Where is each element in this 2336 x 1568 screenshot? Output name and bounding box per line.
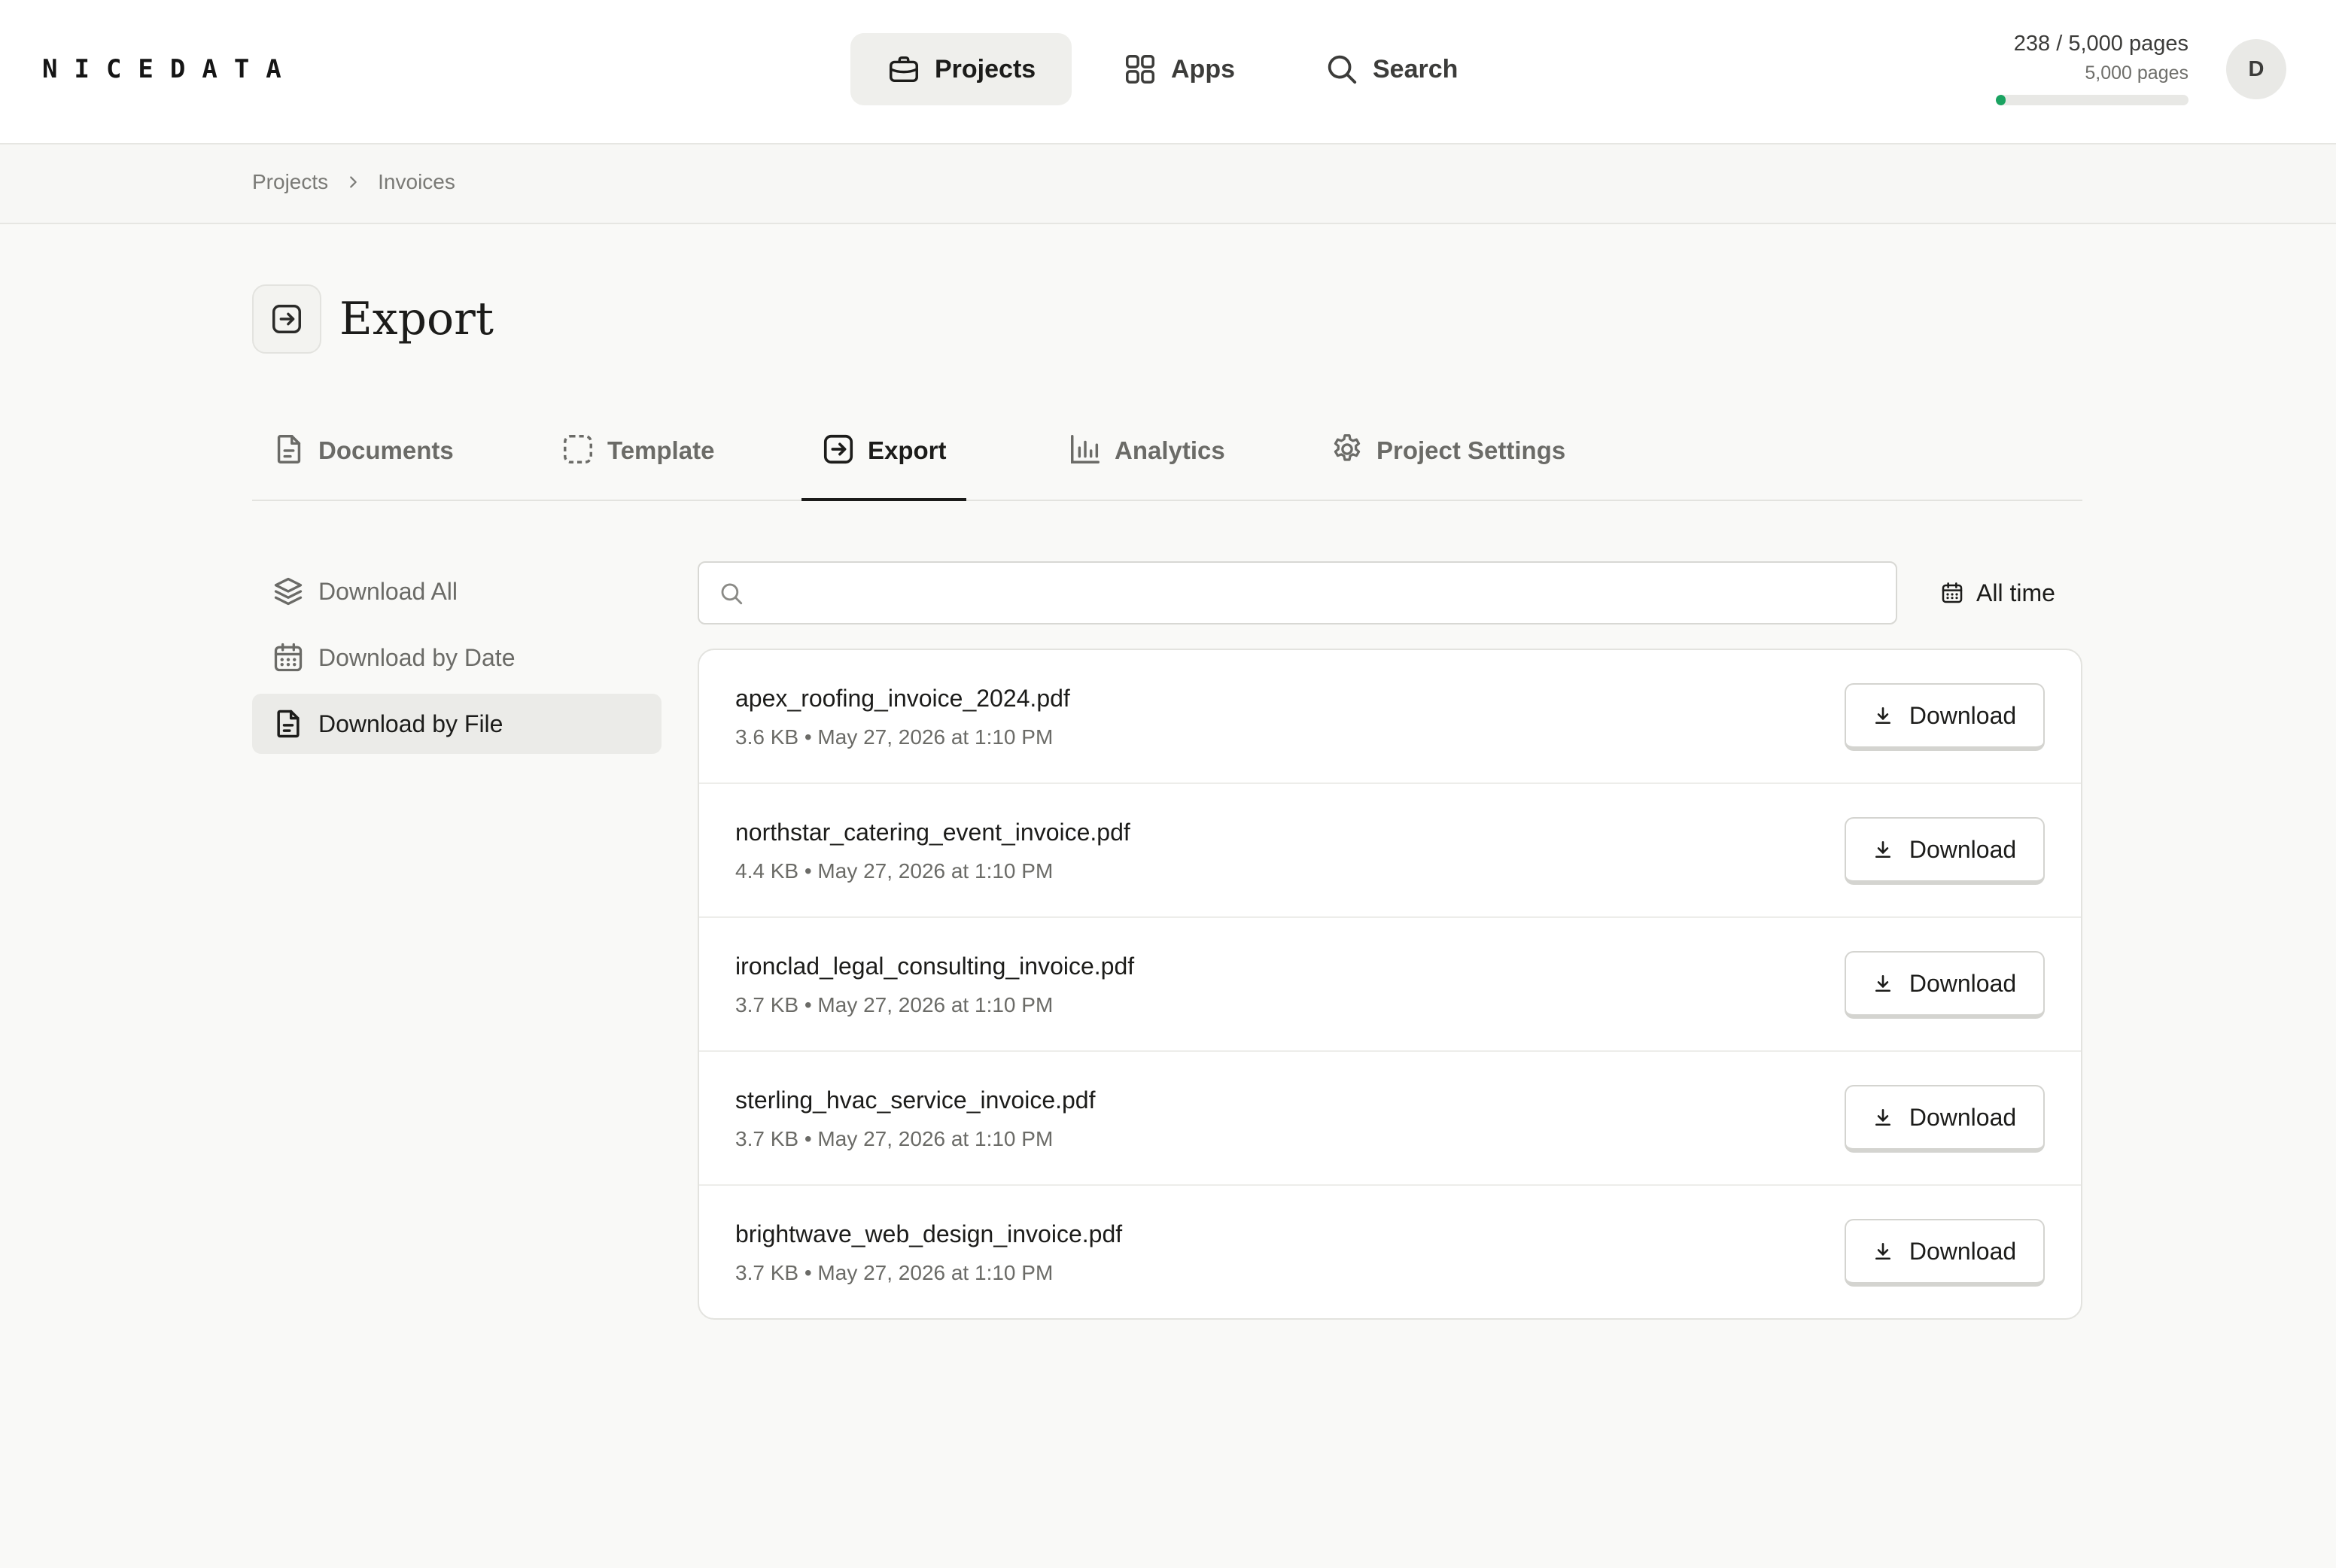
download-button[interactable]: Download	[1845, 1085, 2045, 1153]
download-label: Download	[1909, 701, 2017, 729]
download-label: Download	[1909, 969, 2017, 997]
download-icon	[1875, 840, 1890, 858]
export-icon	[272, 305, 301, 333]
tab-documents[interactable]: Documents	[252, 435, 473, 501]
project-tabs: Documents Template Export Analytics Proj…	[252, 426, 2082, 501]
avatar[interactable]: D	[2226, 39, 2286, 99]
search-icon	[1328, 55, 1357, 84]
file-search	[698, 561, 1897, 624]
nav-apps-label: Apps	[1171, 54, 1235, 84]
list-item: brightwave_web_design_invoice.pdf 3.7 KB…	[699, 1186, 2081, 1318]
nicedata-logo[interactable]: NICEDATA	[42, 54, 298, 84]
download-button[interactable]: Download	[1845, 817, 2045, 885]
sidebar-item-download-by-date[interactable]: Download by Date	[252, 628, 662, 688]
calendar-icon	[274, 643, 303, 672]
download-icon	[1875, 1242, 1890, 1260]
sidebar-item-label: Download All	[318, 577, 458, 605]
tab-template[interactable]: Template	[541, 435, 734, 501]
breadcrumb-invoices[interactable]: Invoices	[378, 170, 455, 194]
time-filter-label: All time	[1976, 579, 2055, 606]
file-name: northstar_catering_event_invoice.pdf	[735, 819, 1130, 846]
usage-progress-bar	[1996, 95, 2188, 105]
dashed-square-icon	[564, 435, 592, 463]
tab-project-settings[interactable]: Project Settings	[1310, 434, 1585, 501]
usage-limit: 5,000 pages	[2085, 62, 2188, 84]
sidebar-item-download-all[interactable]: Download All	[252, 561, 662, 621]
file-name: apex_roofing_invoice_2024.pdf	[735, 685, 1070, 712]
page-title: Export	[339, 293, 494, 345]
briefcase-icon	[890, 56, 918, 83]
list-item: ironclad_legal_consulting_invoice.pdf 3.…	[699, 918, 2081, 1052]
list-item: sterling_hvac_service_invoice.pdf 3.7 KB…	[699, 1052, 2081, 1186]
layers-icon	[274, 577, 303, 606]
bar-chart-icon	[1071, 435, 1100, 463]
nav-search-button[interactable]: Search	[1288, 33, 1494, 105]
chevron-right-icon	[350, 176, 357, 188]
download-button[interactable]: Download	[1845, 1219, 2045, 1287]
search-input[interactable]	[755, 563, 1884, 623]
top-header: NICEDATA Projects Apps Search 238 / 5,00…	[0, 0, 2336, 144]
gear-icon	[1334, 434, 1361, 461]
download-button[interactable]: Download	[1845, 683, 2045, 751]
file-list: apex_roofing_invoice_2024.pdf 3.6 KB • M…	[698, 649, 2082, 1320]
usage-progress-fill	[1996, 95, 2006, 105]
calendar-icon	[1942, 582, 1963, 603]
file-name: ironclad_legal_consulting_invoice.pdf	[735, 953, 1135, 980]
tab-analytics[interactable]: Analytics	[1048, 435, 1245, 501]
breadcrumb: Projects Invoices	[252, 170, 455, 194]
file-name: sterling_hvac_service_invoice.pdf	[735, 1086, 1096, 1114]
download-button[interactable]: Download	[1845, 951, 2045, 1019]
nav-search-label: Search	[1373, 54, 1458, 84]
file-icon	[277, 710, 300, 738]
tab-analytics-label: Analytics	[1115, 436, 1225, 464]
download-label: Download	[1909, 835, 2017, 863]
time-filter-button[interactable]: All time	[1927, 569, 2069, 617]
tab-documents-label: Documents	[318, 436, 454, 464]
document-icon	[277, 435, 301, 463]
tab-export[interactable]: Export	[801, 434, 966, 501]
export-icon	[823, 434, 853, 464]
nav-projects-label: Projects	[935, 54, 1036, 84]
breadcrumb-projects[interactable]: Projects	[252, 170, 328, 194]
download-label: Download	[1909, 1237, 2017, 1265]
list-item: apex_roofing_invoice_2024.pdf 3.6 KB • M…	[699, 650, 2081, 784]
file-meta: 4.4 KB • May 27, 2026 at 1:10 PM	[735, 859, 1054, 883]
tab-project-settings-label: Project Settings	[1376, 436, 1566, 464]
sidebar-item-label: Download by File	[318, 710, 503, 737]
file-name: brightwave_web_design_invoice.pdf	[735, 1220, 1123, 1247]
search-icon	[721, 583, 743, 605]
tab-template-label: Template	[607, 436, 715, 464]
sidebar-item-download-by-file[interactable]: Download by File	[252, 694, 662, 754]
download-icon	[1875, 974, 1890, 992]
usage-count: 238 / 5,000 pages	[2013, 32, 2188, 56]
download-label: Download	[1909, 1103, 2017, 1131]
breadcrumb-bar: Projects Invoices	[0, 144, 2336, 224]
tab-export-label: Export	[868, 436, 947, 464]
file-meta: 3.7 KB • May 27, 2026 at 1:10 PM	[735, 993, 1054, 1016]
file-meta: 3.7 KB • May 27, 2026 at 1:10 PM	[735, 1261, 1054, 1284]
sidebar-item-label: Download by Date	[318, 643, 516, 671]
page-title-icon-box	[252, 284, 321, 354]
file-meta: 3.7 KB • May 27, 2026 at 1:10 PM	[735, 1127, 1054, 1150]
download-icon	[1875, 1108, 1890, 1126]
nav-projects-button[interactable]: Projects	[850, 33, 1072, 105]
nav-apps-button[interactable]: Apps	[1087, 33, 1271, 105]
page-usage: 238 / 5,000 pages 5,000 pages	[2014, 32, 2188, 84]
grid-icon	[1126, 55, 1154, 84]
list-item: northstar_catering_event_invoice.pdf 4.4…	[699, 784, 2081, 918]
file-meta: 3.6 KB • May 27, 2026 at 1:10 PM	[735, 725, 1054, 749]
download-icon	[1875, 707, 1890, 725]
